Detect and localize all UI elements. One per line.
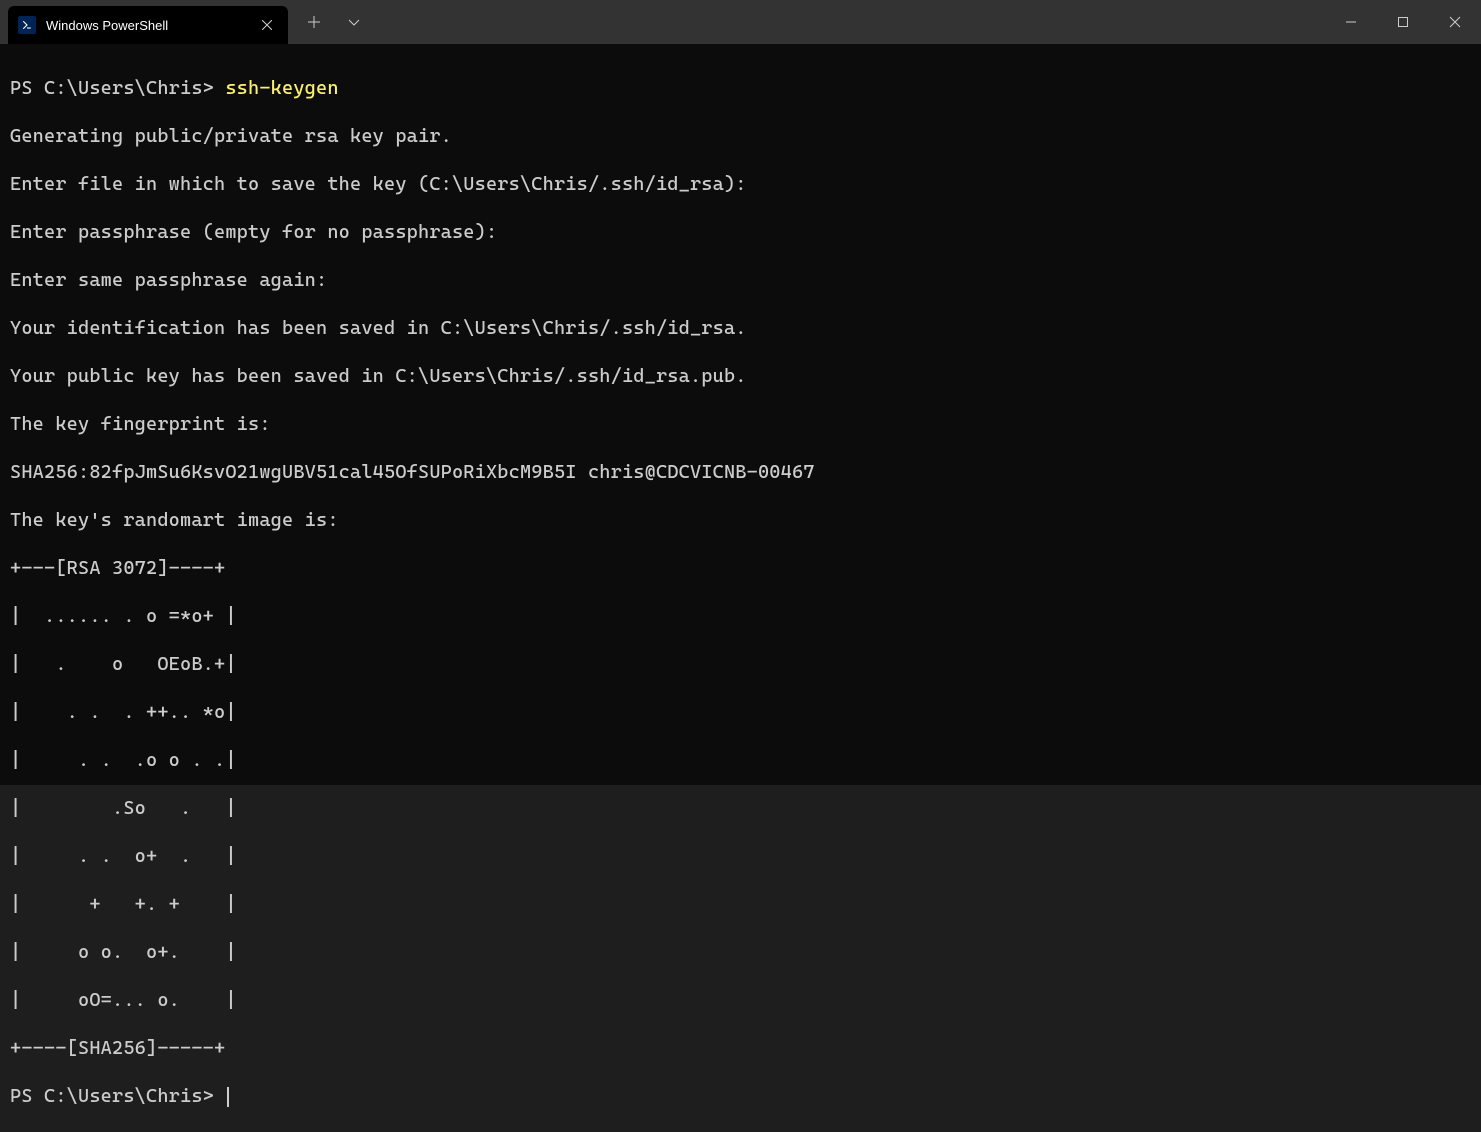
terminal-area[interactable]: PS C:\Users\Chris> ssh-keygen Generating…: [0, 44, 1481, 785]
powershell-icon: [18, 16, 36, 34]
tab-powershell[interactable]: Windows PowerShell: [8, 6, 288, 44]
terminal-line: | . . .o o . .|: [10, 748, 1471, 772]
terminal-line: | . o OEoB.+|: [10, 652, 1471, 676]
terminal-line: Your identification has been saved in C:…: [10, 316, 1471, 340]
terminal-line: PS C:\Users\Chris>: [10, 1084, 1471, 1108]
tab-actions: [288, 0, 374, 44]
terminal-line: Enter passphrase (empty for no passphras…: [10, 220, 1471, 244]
terminal-line: SHA256:82fpJmSu6KsvO21wgUBV51cal45OfSUPo…: [10, 460, 1471, 484]
minimize-button[interactable]: [1325, 0, 1377, 44]
new-tab-button[interactable]: [294, 0, 334, 44]
terminal-line: Your public key has been saved in C:\Use…: [10, 364, 1471, 388]
titlebar-left: Windows PowerShell: [0, 0, 374, 44]
terminal-line: | ...... . o =*o+ |: [10, 604, 1471, 628]
titlebar: Windows PowerShell: [0, 0, 1481, 44]
prompt: PS C:\Users\Chris>: [10, 77, 225, 99]
terminal-line: +---[RSA 3072]----+: [10, 556, 1471, 580]
terminal-line: PS C:\Users\Chris> ssh-keygen: [10, 76, 1471, 100]
command: ssh-keygen: [225, 77, 338, 99]
tab-title: Windows PowerShell: [46, 18, 258, 33]
close-button[interactable]: [1429, 0, 1481, 44]
terminal-line: The key's randomart image is:: [10, 508, 1471, 532]
terminal-line: | .So . |: [10, 796, 1471, 820]
terminal-line: | oO=... o. |: [10, 988, 1471, 1012]
terminal-line: Enter file in which to save the key (C:\…: [10, 172, 1471, 196]
terminal-line: | . . o+ . |: [10, 844, 1471, 868]
tab-close-button[interactable]: [258, 16, 276, 34]
terminal-line: The key fingerprint is:: [10, 412, 1471, 436]
tab-dropdown-button[interactable]: [334, 0, 374, 44]
terminal-line: Generating public/private rsa key pair.: [10, 124, 1471, 148]
cursor: [227, 1087, 229, 1107]
terminal-line: | o o. o+. |: [10, 940, 1471, 964]
maximize-button[interactable]: [1377, 0, 1429, 44]
terminal-line: Enter same passphrase again:: [10, 268, 1471, 292]
terminal-line: | . . . ++.. *o|: [10, 700, 1471, 724]
terminal-line: +----[SHA256]-----+: [10, 1036, 1471, 1060]
window-controls: [1325, 0, 1481, 44]
prompt: PS C:\Users\Chris>: [10, 1085, 225, 1107]
terminal-line: | + +. + |: [10, 892, 1471, 916]
